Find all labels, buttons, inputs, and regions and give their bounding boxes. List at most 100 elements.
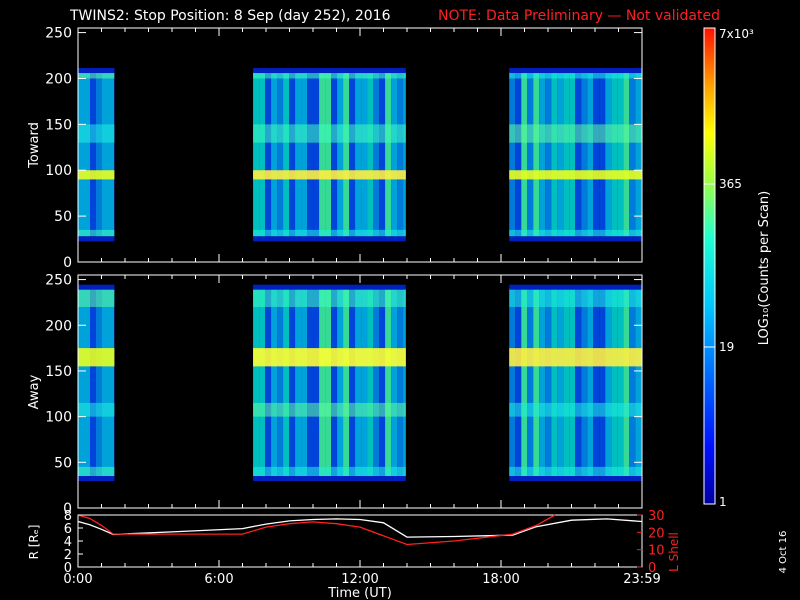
spectrogram-band (253, 348, 406, 367)
orbit-line-panel: 0246801020300:00 6:00 12:00 18:00 23:59 (63, 509, 664, 587)
spectrogram-column (635, 72, 642, 237)
spectrogram-column (527, 72, 534, 237)
spectrogram-column (509, 288, 516, 477)
spectrogram-column (307, 288, 314, 477)
spectrogram-column (319, 72, 326, 237)
y-tick-label: 50 (54, 455, 72, 471)
spectrogram-band (509, 288, 642, 307)
y-tick-label: 200 (45, 71, 72, 87)
toward-spectrogram-panel: 0 50 100 150 200 250 (45, 26, 643, 271)
spectrogram-column (259, 72, 266, 237)
spectrogram-column (611, 288, 618, 477)
spectrogram-column (283, 288, 290, 477)
spectrogram-column (373, 288, 380, 477)
time-xlabel: Time (UT) (327, 586, 392, 600)
away-ylabel: Away (27, 374, 42, 409)
spectrogram-column (397, 288, 404, 477)
spectrogram-column (599, 72, 606, 237)
spectrogram-column (301, 288, 308, 477)
spectrogram-column (533, 72, 540, 237)
y-tick-label: 100 (45, 410, 72, 426)
spectrogram-column (391, 72, 398, 237)
spectrogram-column (307, 72, 314, 237)
spectrogram-band (78, 402, 115, 417)
preliminary-note: NOTE: Data Preliminary — Not validated (438, 8, 720, 24)
x-tick-label: 12:00 (341, 572, 378, 587)
spectrogram-column (533, 288, 540, 477)
spectrogram-edge (509, 284, 642, 290)
spectrogram-column (593, 72, 600, 237)
spectrogram-column (605, 72, 612, 237)
spectrogram-column (289, 72, 296, 237)
y-tick-label: 200 (45, 318, 72, 334)
spectrogram-column (349, 288, 356, 477)
spectrogram-column (78, 288, 84, 477)
spectrogram-column (563, 72, 570, 237)
spectrogram-column (569, 288, 576, 477)
spectrogram-column (617, 72, 624, 237)
spectrogram-column (635, 288, 642, 477)
x-tick-label: 6:00 (204, 572, 233, 587)
spectrogram-column (385, 72, 392, 237)
colorbar-gradient (703, 27, 716, 505)
spectrogram-column (265, 72, 272, 237)
spectrogram-band (253, 288, 406, 307)
spectrogram-column (349, 72, 356, 237)
spectrogram-column (521, 72, 528, 237)
spectrogram-edge (78, 284, 115, 290)
spectrogram-column (313, 288, 320, 477)
spectrogram-band (78, 466, 115, 477)
spectrogram-column (539, 288, 546, 477)
spectrogram-column (355, 72, 362, 237)
spectrogram-column (337, 72, 344, 237)
spectrogram-column (108, 288, 114, 477)
spectrogram-column (563, 288, 570, 477)
plot-title: TWINS2: Stop Position: 8 Sep (day 252), … (69, 8, 391, 24)
spectrogram-band (253, 466, 406, 477)
y-tick-label: 150 (45, 117, 72, 133)
spectrogram-column (515, 288, 522, 477)
spectrogram-column (78, 72, 84, 237)
spectrogram-column (343, 72, 350, 237)
spectrogram-column (84, 288, 90, 477)
spectrogram-edge (509, 236, 642, 242)
y-tick-label: 50 (54, 209, 72, 225)
colorbar-tick-max: 7x10³ (719, 27, 754, 41)
away-spectrogram-panel: 050100150200250 (45, 273, 643, 517)
spectrogram-band (509, 170, 642, 180)
spectrogram-column (575, 288, 582, 477)
spectrogram-column (301, 72, 308, 237)
spectrogram-column (361, 288, 368, 477)
spectrogram-column (545, 72, 552, 237)
y-tick-label: 6 (64, 522, 72, 537)
colorbar-label: LOG₁₀(Counts per Scan) (757, 191, 772, 346)
spectrogram-column (96, 288, 102, 477)
spectrogram-column (367, 72, 374, 237)
spectrogram-column (605, 288, 612, 477)
spectrogram-band (78, 288, 115, 307)
spectrogram-band (253, 124, 406, 143)
spectrogram-column (319, 288, 326, 477)
spectrogram-band (78, 348, 115, 367)
spectrogram-column (96, 72, 102, 237)
generation-date: 4 Oct 16 (778, 531, 789, 574)
spectrogram-edge (78, 476, 115, 482)
spectrogram-band (253, 229, 406, 237)
y2-tick-label: 30 (648, 509, 665, 524)
toward-ylabel: Toward (27, 122, 42, 169)
spectrogram-column (277, 288, 284, 477)
orbit-y2label: L Shell (667, 532, 681, 572)
spectrogram-band (509, 348, 642, 367)
spectrogram-column (575, 72, 582, 237)
spectrogram-column (108, 72, 114, 237)
spectrogram-column (623, 72, 630, 237)
spectrogram-band (78, 170, 115, 180)
spectrogram-band (253, 170, 406, 180)
spectrogram-column (277, 72, 284, 237)
spectrogram-band (78, 124, 115, 143)
colorbar-tick-1: 1 (719, 495, 727, 509)
y-tick-label: 250 (45, 26, 72, 42)
spectrogram-column (295, 288, 302, 477)
spectrogram-column (557, 72, 564, 237)
spectrogram-column (90, 72, 96, 237)
